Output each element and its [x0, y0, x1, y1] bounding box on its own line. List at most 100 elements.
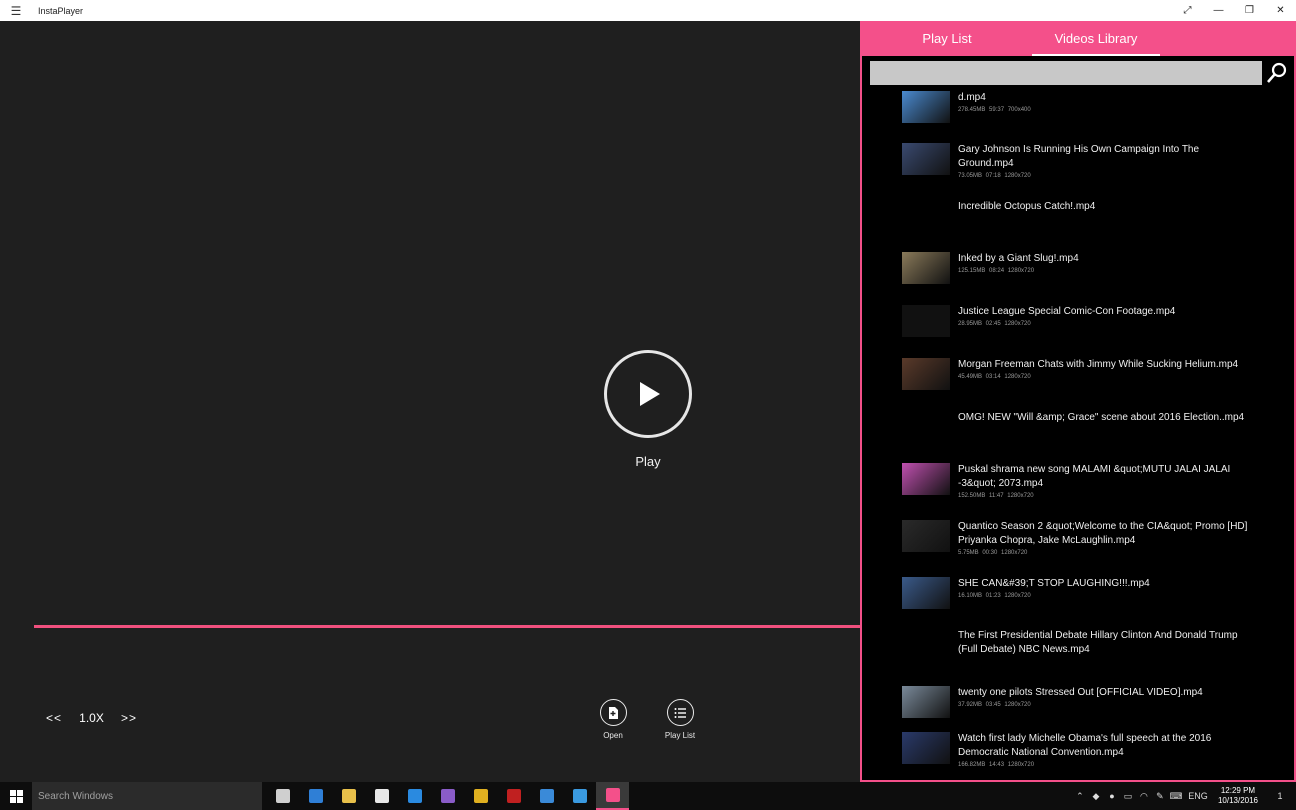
video-thumbnail: [902, 358, 950, 390]
window-controls: ⤢ — ❐ ✕: [1172, 0, 1296, 21]
speed-control: << 1.0X >>: [44, 711, 139, 725]
video-title: SHE CAN&#39;T STOP LAUGHING!!!.mp4: [958, 578, 1150, 589]
video-title: Quantico Season 2 &quot;Welcome to the C…: [958, 521, 1248, 546]
video-thumbnail: [902, 252, 950, 284]
play-label: Play: [635, 454, 661, 469]
antivirus-icon[interactable]: ●: [1104, 791, 1120, 801]
windows-logo-icon: [9, 789, 23, 803]
fullscreen-button[interactable]: ⤢: [1172, 0, 1203, 21]
edge-icon[interactable]: [299, 782, 332, 810]
video-title: Justice League Special Comic-Con Footage…: [958, 306, 1176, 317]
start-button[interactable]: [0, 782, 32, 810]
video-thumbnail: [902, 686, 950, 718]
playlist-label: Play List: [664, 731, 696, 740]
clock[interactable]: 12:29 PM 10/13/2016: [1218, 786, 1258, 806]
minimize-button[interactable]: —: [1203, 0, 1234, 21]
video-meta: 125.15MB 08:24 1280x720: [958, 268, 1035, 274]
library-panel: Play List Videos Library d.mp4 278.45MB 5…: [860, 21, 1296, 782]
tab-play-list[interactable]: Play List: [862, 21, 1032, 56]
app-blue-icon[interactable]: [530, 782, 563, 810]
list-item[interactable]: Puskal shrama new song MALAMI &quot;MUTU…: [862, 459, 1294, 509]
keyboard-icon[interactable]: ⌨: [1168, 791, 1184, 802]
video-title: twenty one pilots Stressed Out [OFFICIAL…: [958, 687, 1203, 698]
clock-date: 10/13/2016: [1217, 796, 1258, 805]
search-button[interactable]: [1262, 61, 1292, 85]
taskbar: Search Windows ⌃ ◆ ● ▭ ◠ ✎ ⌨ ENG 12:29 P…: [0, 782, 1296, 810]
list-icon: [666, 699, 694, 726]
app-title: InstaPlayer: [38, 5, 84, 16]
list-item[interactable]: SHE CAN&#39;T STOP LAUGHING!!!.mp4 16.10M…: [862, 573, 1294, 623]
pen-icon[interactable]: ✎: [1152, 791, 1168, 802]
taskbar-search[interactable]: Search Windows: [32, 782, 262, 810]
notification-icon[interactable]: 1: [1268, 791, 1292, 801]
video-meta: 5.75MB 00:30 1280x720: [958, 550, 1028, 556]
open-file-icon: [599, 699, 627, 726]
search-icon: [1267, 62, 1287, 83]
app-red-icon[interactable]: [497, 782, 530, 810]
playlist-button[interactable]: Play List: [660, 699, 700, 740]
taskbar-apps: [266, 782, 629, 810]
app-globe-icon[interactable]: [563, 782, 596, 810]
video-title: Morgan Freeman Chats with Jimmy While Su…: [958, 359, 1239, 370]
chrome-icon[interactable]: [464, 782, 497, 810]
battery-icon[interactable]: ▭: [1120, 791, 1136, 802]
video-title: The First Presidential Debate Hillary Cl…: [958, 630, 1238, 655]
notification-count: 1: [1277, 791, 1283, 801]
wifi-icon[interactable]: ◠: [1136, 791, 1152, 802]
search-input[interactable]: [870, 61, 1262, 85]
list-item[interactable]: Quantico Season 2 &quot;Welcome to the C…: [862, 516, 1294, 566]
speed-rate: 1.0X: [79, 711, 104, 725]
video-title: Inked by a Giant Slug!.mp4: [958, 253, 1079, 264]
video-thumbnail: [902, 463, 950, 495]
slower-button[interactable]: <<: [44, 711, 64, 725]
video-meta: 278.45MB 59:37 700x400: [958, 107, 1031, 113]
system-tray: ⌃ ◆ ● ▭ ◠ ✎ ⌨ ENG 12:29 PM 10/13/2016 1: [1072, 782, 1296, 810]
defender-icon[interactable]: ◆: [1088, 791, 1104, 802]
play-icon: [640, 382, 660, 406]
chevron-up-icon[interactable]: ⌃: [1072, 791, 1088, 802]
video-title: Watch first lady Michelle Obama's full s…: [958, 733, 1212, 758]
list-item[interactable]: Justice League Special Comic-Con Footage…: [862, 301, 1294, 351]
language-indicator[interactable]: ENG: [1184, 791, 1212, 801]
video-title: Incredible Octopus Catch!.mp4: [958, 201, 1096, 212]
task-view-icon[interactable]: [266, 782, 299, 810]
list-item[interactable]: Inked by a Giant Slug!.mp4 125.15MB 08:24…: [862, 248, 1294, 298]
file-explorer-icon[interactable]: [332, 782, 365, 810]
list-item[interactable]: Watch first lady Michelle Obama's full s…: [862, 728, 1294, 778]
video-meta: 16.10MB 01:23 1280x720: [958, 593, 1031, 599]
video-thumbnail: [902, 520, 950, 552]
store-icon[interactable]: [365, 782, 398, 810]
faster-button[interactable]: >>: [119, 711, 139, 725]
open-button[interactable]: Open: [593, 699, 633, 740]
video-area[interactable]: Play << 1.0X >> Open Play List: [0, 21, 860, 782]
progress-bar[interactable]: [34, 625, 860, 628]
list-item[interactable]: Morgan Freeman Chats with Jimmy While Su…: [862, 354, 1294, 404]
list-item[interactable]: d.mp4 278.45MB 59:37 700x400: [862, 87, 1294, 137]
video-thumbnail: [902, 577, 950, 609]
list-item[interactable]: Incredible Octopus Catch!.mp4: [862, 196, 1294, 246]
restore-button[interactable]: ❐: [1234, 0, 1265, 21]
list-item[interactable]: The First Presidential Debate Hillary Cl…: [862, 625, 1294, 675]
teamviewer-icon[interactable]: [398, 782, 431, 810]
close-button[interactable]: ✕: [1265, 0, 1296, 21]
video-thumbnail: [902, 91, 950, 123]
play-button[interactable]: [604, 350, 692, 438]
video-title: Gary Johnson Is Running His Own Campaign…: [958, 144, 1200, 169]
clock-time: 12:29 PM: [1220, 786, 1256, 795]
instaplayer-icon[interactable]: [596, 782, 629, 810]
video-title: Puskal shrama new song MALAMI &quot;MUTU…: [958, 464, 1231, 489]
video-thumbnail: [902, 305, 950, 337]
video-meta: 152.50MB 11:47 1280x720: [958, 493, 1034, 499]
video-meta: 28.95MB 02:45 1280x720: [958, 321, 1031, 327]
video-title: OMG! NEW "Will &amp; Grace" scene about …: [958, 412, 1245, 423]
search-row: [862, 59, 1294, 87]
hamburger-menu-icon[interactable]: ☰: [0, 0, 32, 21]
visual-studio-icon[interactable]: [431, 782, 464, 810]
list-item[interactable]: Gary Johnson Is Running His Own Campaign…: [862, 139, 1294, 189]
panel-tabs: Play List Videos Library: [862, 21, 1294, 56]
list-item[interactable]: OMG! NEW "Will &amp; Grace" scene about …: [862, 407, 1294, 457]
list-item[interactable]: twenty one pilots Stressed Out [OFFICIAL…: [862, 682, 1294, 732]
video-meta: 73.05MB 07:18 1280x720: [958, 173, 1031, 179]
tab-videos-library[interactable]: Videos Library: [1032, 21, 1160, 56]
video-meta: 45.49MB 03:14 1280x720: [958, 374, 1031, 380]
